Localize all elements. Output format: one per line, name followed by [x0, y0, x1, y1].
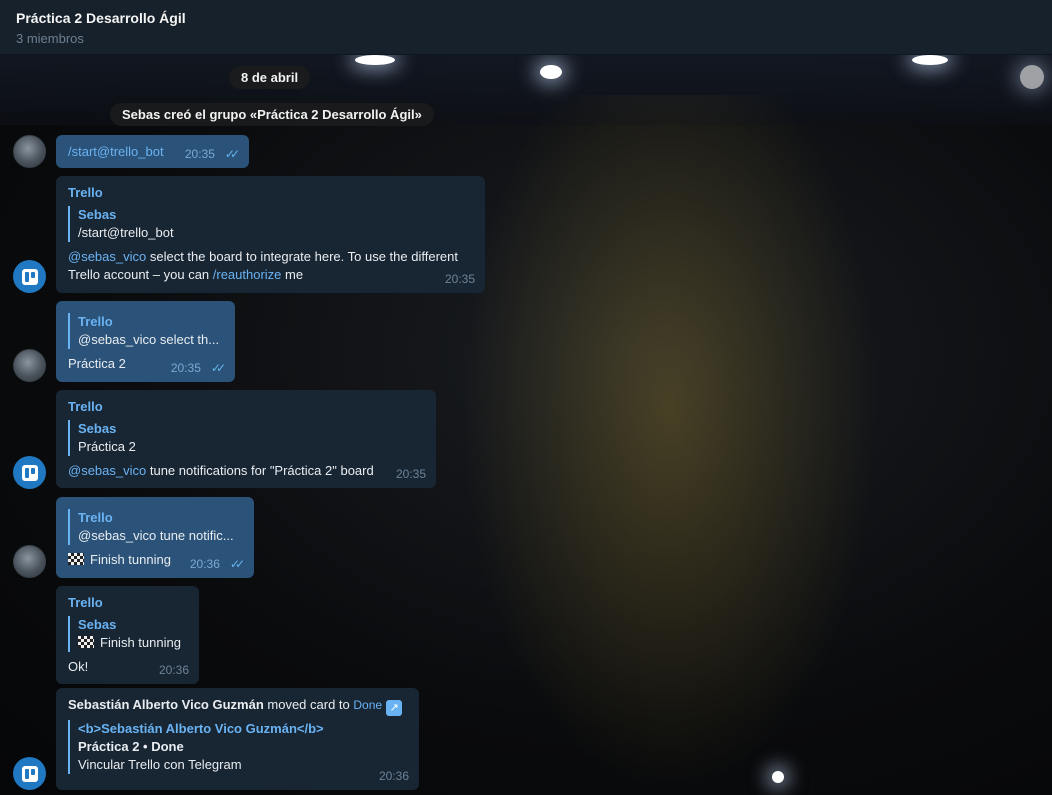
quote-author: Sebas [78, 421, 117, 436]
checkered-flag-icon [68, 553, 84, 565]
external-link-icon[interactable]: ↗ [386, 700, 403, 716]
card-author: Sebastián Alberto Vico Guzmán [68, 697, 264, 712]
reply-quote[interactable]: Trello @sebas_vico tune notific... [68, 509, 242, 545]
card-title: Práctica 2 • Done [78, 739, 184, 754]
message-meta: 20:35 ✓✓ [184, 145, 240, 163]
mention-link[interactable]: @sebas_vico [68, 249, 146, 264]
mention-link[interactable]: @sebas_vico [68, 463, 146, 478]
message-text-part: tune notifications for "Práctica 2" boar… [146, 463, 374, 478]
quote-author: Sebas [78, 617, 117, 632]
quote-text: Finish tunning [78, 634, 187, 652]
message-bubble[interactable]: Trello Sebas /start@trello_bot @sebas_vi… [56, 176, 485, 293]
message-text-part: me [281, 267, 304, 282]
quote-author: Trello [78, 314, 113, 329]
reply-quote[interactable]: Sebas Finish tunning [68, 616, 187, 652]
trello-avatar[interactable] [13, 757, 46, 790]
command-link[interactable]: /reauthorize [213, 267, 282, 282]
sender-name[interactable]: Trello [68, 184, 473, 202]
trello-avatar[interactable] [13, 260, 46, 293]
message-text: @sebas_vico tune notifications for "Prác… [68, 462, 424, 480]
double-check-icon: ✓✓ [210, 361, 226, 375]
message-text-part: select the board to integrate here. To u… [146, 249, 458, 264]
message-meta: 20:35 [445, 270, 475, 288]
wallpaper-light [912, 55, 948, 65]
message-text: Sebastián Alberto Vico Guzmán moved card… [68, 696, 407, 716]
trello-logo-icon [21, 464, 38, 481]
reply-quote[interactable]: Trello @sebas_vico select th... [68, 313, 223, 349]
message-time: 20:35 [444, 272, 475, 286]
reply-quote[interactable]: Sebas /start@trello_bot [68, 206, 473, 242]
message-time: 20:35 [395, 467, 426, 481]
user-avatar[interactable] [13, 545, 46, 578]
chat-header[interactable]: Práctica 2 Desarrollo Ágil 3 miembros [0, 0, 1052, 55]
sender-name[interactable]: Trello [68, 398, 424, 416]
date-separator: 8 de abril [229, 66, 311, 89]
message-time: 20:36 [378, 769, 409, 783]
wallpaper-player [460, 95, 880, 795]
wallpaper-light [540, 65, 562, 79]
quote-text: @sebas_vico tune notific... [78, 528, 234, 543]
message-text-part: Finish tunning [90, 552, 171, 567]
double-check-icon: ✓✓ [224, 147, 240, 161]
message-bubble[interactable]: Trello @sebas_vico tune notific... Finis… [56, 497, 254, 578]
message-text: Trello account – you can /reauthorize me [68, 266, 473, 284]
quote-text: /start@trello_bot [78, 225, 174, 240]
trello-logo-icon [21, 268, 38, 285]
member-count: 3 miembros [16, 31, 84, 46]
quote-text: Práctica 2 [78, 439, 136, 454]
message-bubble[interactable]: Trello @sebas_vico select th... Práctica… [56, 301, 235, 382]
user-avatar[interactable] [13, 349, 46, 382]
checkered-flag-icon [78, 636, 94, 648]
message-meta: 20:36 [379, 767, 409, 785]
message-bubble[interactable]: Sebastián Alberto Vico Guzmán moved card… [56, 688, 419, 790]
quote-text: @sebas_vico select th... [78, 332, 220, 347]
wallpaper-light [772, 771, 784, 783]
wallpaper-light [355, 55, 395, 65]
message-time: 20:35 [170, 361, 201, 375]
message-text[interactable]: /start@trello_bot [68, 144, 164, 159]
message-bubble[interactable]: Trello Sebas Finish tunning Ok! 20:36 [56, 586, 199, 684]
trello-avatar[interactable] [13, 456, 46, 489]
message-meta: 20:36 [159, 661, 189, 679]
message-time: 20:36 [189, 557, 220, 571]
quote-author: <b>Sebastián Alberto Vico Guzmán</b> [78, 721, 324, 736]
message-meta: 20:35 [396, 465, 426, 483]
sender-name[interactable]: Trello [68, 594, 187, 612]
trello-logo-icon [21, 765, 38, 782]
card-description: Vincular Trello con Telegram [78, 757, 242, 772]
group-created-notice: Sebas creó el grupo «Práctica 2 Desarrol… [110, 103, 434, 126]
message-meta: 20:35 ✓✓ [170, 359, 226, 377]
message-text: @sebas_vico select the board to integrat… [68, 248, 473, 266]
message-bubble[interactable]: Trello Sebas Práctica 2 @sebas_vico tune… [56, 390, 436, 488]
quote-author: Sebas [78, 207, 117, 222]
message-time: 20:36 [158, 663, 189, 677]
card-quote[interactable]: <b>Sebastián Alberto Vico Guzmán</b> Prá… [68, 720, 407, 774]
wallpaper-light [1020, 65, 1044, 89]
user-avatar[interactable] [13, 135, 46, 168]
message-bubble[interactable]: /start@trello_bot 20:35 ✓✓ [56, 135, 249, 168]
list-link[interactable]: Done [353, 698, 382, 712]
quote-author: Trello [78, 510, 113, 525]
chat-title: Práctica 2 Desarrollo Ágil [16, 10, 186, 26]
message-time: 20:35 [184, 147, 215, 161]
message-text-part: moved card to [263, 697, 354, 712]
reply-quote[interactable]: Sebas Práctica 2 [68, 420, 424, 456]
message-meta: 20:36 ✓✓ [189, 555, 245, 573]
double-check-icon: ✓✓ [229, 557, 245, 571]
message-text-part: Trello account – you can [68, 267, 213, 282]
quote-text-part: Finish tunning [100, 635, 181, 650]
